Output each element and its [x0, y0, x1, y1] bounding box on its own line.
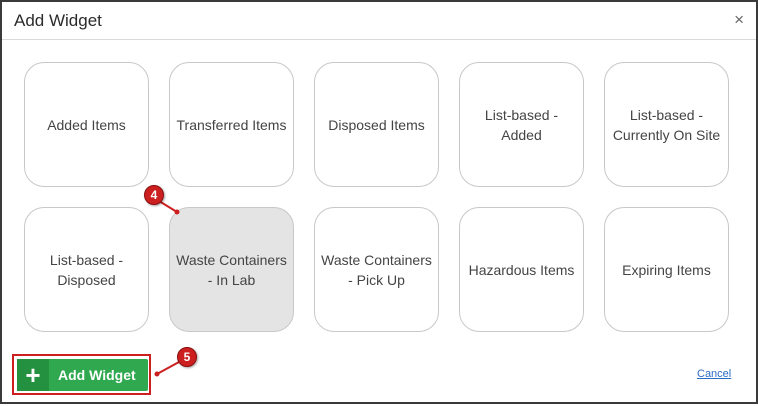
- widget-tile-label: List-based - Added: [484, 106, 559, 143]
- dialog-header: Add Widget ×: [2, 2, 756, 40]
- dialog-title: Add Widget: [14, 11, 102, 30]
- close-icon[interactable]: ×: [734, 10, 744, 30]
- widget-tile-waste-containers-pick-up[interactable]: Waste Containers - Pick Up: [314, 207, 439, 332]
- add-widget-button[interactable]: + Add Widget: [17, 359, 148, 391]
- widget-tile-added-items[interactable]: Added Items: [24, 62, 149, 187]
- widget-tile-label: List-based - Currently On Site: [612, 106, 721, 143]
- add-widget-button-label: Add Widget: [58, 367, 136, 383]
- widget-tile-label: Disposed Items: [328, 116, 425, 133]
- widget-tile-label: Waste Containers - Pick Up: [321, 251, 432, 288]
- widget-tile-label: Transferred Items: [176, 116, 287, 133]
- widget-tile-disposed-items[interactable]: Disposed Items: [314, 62, 439, 187]
- add-widget-dialog: Add Widget × Added Items Transferred Ite…: [0, 0, 758, 404]
- widget-tile-label: Expiring Items: [622, 261, 711, 278]
- plus-icon: +: [17, 359, 49, 391]
- widget-tile-label: List-based - Disposed: [49, 251, 124, 288]
- widget-tile-list-based-disposed[interactable]: List-based - Disposed: [24, 207, 149, 332]
- widget-tile-waste-containers-in-lab[interactable]: Waste Containers - In Lab: [169, 207, 294, 332]
- callout-badge-5: 5: [177, 347, 197, 367]
- widget-tile-label: Hazardous Items: [468, 261, 575, 278]
- widget-tile-label: Added Items: [47, 116, 126, 133]
- widget-tile-label: Waste Containers - In Lab: [176, 251, 287, 288]
- widget-tile-list-based-currently-on-site[interactable]: List-based - Currently On Site: [604, 62, 729, 187]
- widget-tile-hazardous-items[interactable]: Hazardous Items: [459, 207, 584, 332]
- widget-tile-transferred-items[interactable]: Transferred Items: [169, 62, 294, 187]
- cancel-link[interactable]: Cancel: [697, 368, 731, 380]
- callout-badge-4: 4: [144, 185, 164, 205]
- widget-tile-list-based-added[interactable]: List-based - Added: [459, 62, 584, 187]
- widget-tile-expiring-items[interactable]: Expiring Items: [604, 207, 729, 332]
